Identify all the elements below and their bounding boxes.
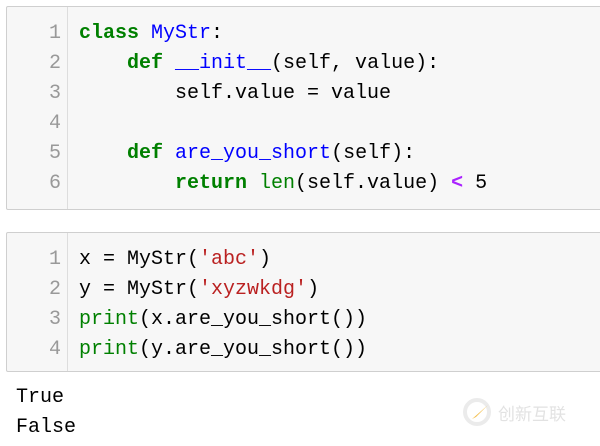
code-token: 5	[463, 172, 488, 195]
code-token: 'abc'	[199, 248, 260, 271]
line-number: 1	[48, 248, 61, 271]
code-token: (self.value)	[295, 172, 452, 195]
code-token: y = MyStr(	[79, 278, 200, 301]
code-token: :	[211, 22, 224, 45]
code-cell-2[interactable]: 1234 x = MyStr('abc') y = MyStr('xyzwkdg'…	[6, 232, 600, 372]
code-token: __init__	[175, 52, 272, 75]
code-token: are_you_short	[175, 142, 332, 165]
code-line: def are_you_short(self):	[79, 139, 487, 169]
code-token: self.value = value	[79, 82, 392, 105]
code-line: class MyStr:	[79, 19, 487, 49]
code-token: )	[259, 248, 272, 271]
cell-output: True False	[16, 383, 76, 443]
code-line: self.value = value	[79, 79, 487, 109]
code-line: return len(self.value) < 5	[79, 169, 487, 199]
line-numbers: 1 2 3 4 5 6	[7, 19, 61, 199]
code-line: y = MyStr('xyzwkdg')	[79, 275, 367, 305]
code-token: 'xyzwkdg'	[199, 278, 308, 301]
code-token: def	[127, 52, 176, 75]
output-line: False	[16, 416, 77, 439]
code-line: print(x.are_you_short())	[79, 305, 367, 335]
line-number: 2	[48, 278, 61, 301]
code-token: print	[79, 308, 140, 331]
line-number: 4	[48, 338, 61, 361]
code-token: (y.are_you_short())	[139, 338, 368, 361]
watermark-text: 创新互联	[498, 404, 566, 425]
logo-icon	[463, 398, 491, 426]
line-number: 1	[48, 22, 61, 45]
code-token: <	[451, 172, 464, 195]
code-cell-1[interactable]: 1 2 3 4 5 6 class MyStr: def __init__(self, v…	[6, 6, 600, 210]
code-editor[interactable]: x = MyStr('abc') y = MyStr('xyzwkdg') prin…	[79, 245, 367, 365]
code-line: def __init__(self, value):	[79, 49, 487, 79]
code-line: x = MyStr('abc')	[79, 245, 367, 275]
line-numbers: 1 2 3 4	[7, 245, 61, 365]
code-token: (x.are_you_short())	[139, 308, 368, 331]
line-number: 5	[48, 142, 61, 165]
code-token: (self, value):	[271, 52, 440, 75]
code-token: def	[127, 142, 176, 165]
code-token: len	[259, 172, 296, 195]
code-token: print	[79, 338, 140, 361]
watermark-logo: 创新互联	[462, 392, 592, 432]
code-line: print(y.are_you_short())	[79, 335, 367, 365]
output-line: True	[16, 386, 65, 409]
line-number: 4	[48, 112, 61, 135]
code-token: )	[307, 278, 320, 301]
line-number: 2	[48, 52, 61, 75]
code-token: MyStr	[151, 22, 212, 45]
line-number: 3	[48, 308, 61, 331]
code-token: x = MyStr(	[79, 248, 200, 271]
code-token: (self):	[331, 142, 416, 165]
code-token: class	[79, 22, 152, 45]
code-editor[interactable]: class MyStr: def __init__(self, value): …	[79, 19, 487, 199]
line-number: 3	[48, 82, 61, 105]
line-number: 6	[48, 172, 61, 195]
code-token: return	[175, 172, 260, 195]
